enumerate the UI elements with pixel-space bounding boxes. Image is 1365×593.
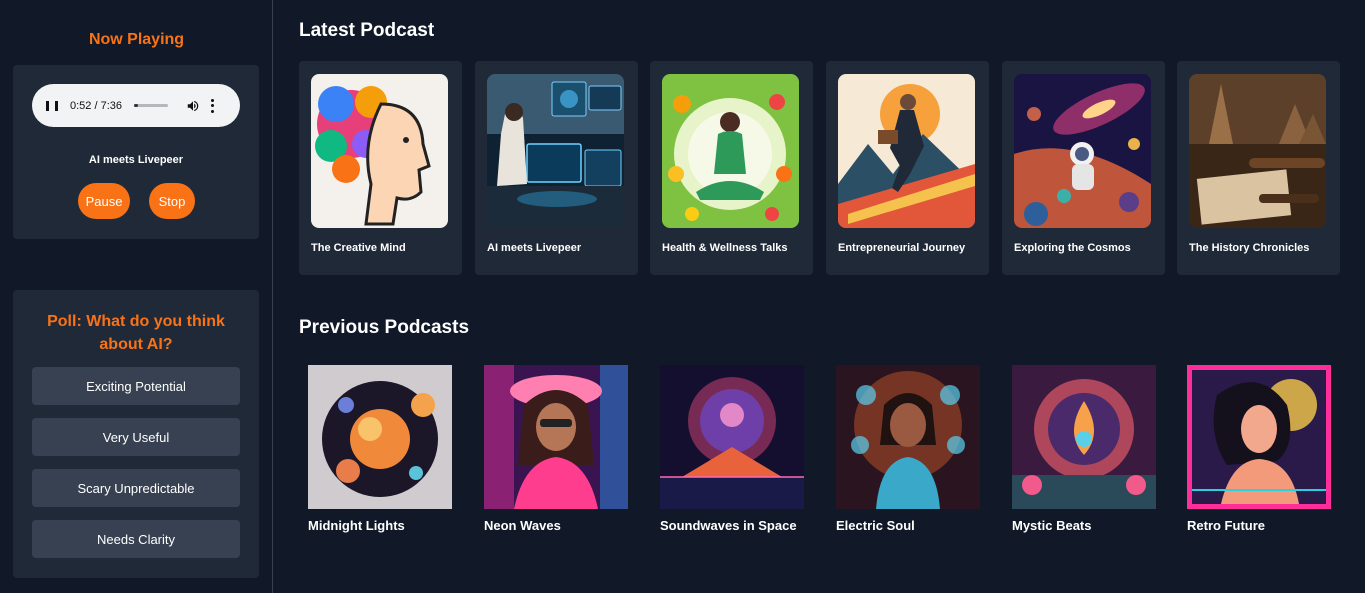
podcast-title: The History Chronicles <box>1189 242 1310 254</box>
podcast-cover-image <box>1189 74 1326 228</box>
latest-podcast-heading: Latest Podcast <box>299 20 435 41</box>
latest-podcast-card[interactable]: Entrepreneurial Journey <box>826 61 989 275</box>
now-playing-title: Now Playing <box>88 31 185 48</box>
more-options-icon[interactable] <box>210 98 214 113</box>
podcast-title: Exploring the Cosmos <box>1014 242 1131 254</box>
podcast-title: Retro Future <box>1187 518 1265 533</box>
player-progress-bar[interactable] <box>134 104 168 107</box>
latest-podcast-card[interactable]: The History Chronicles <box>1177 61 1340 275</box>
latest-podcast-card[interactable]: Exploring the Cosmos <box>1002 61 1165 275</box>
player-time: 0:52 / 7:36 <box>70 99 122 112</box>
poll-question: Poll: What do you think about AI? <box>47 313 225 353</box>
podcast-cover-image <box>836 365 980 509</box>
podcast-title: The Creative Mind <box>311 242 406 254</box>
podcast-cover-image <box>487 74 624 228</box>
podcast-cover-image <box>484 365 628 509</box>
podcast-title: AI meets Livepeer <box>487 242 582 254</box>
previous-podcast-item[interactable]: Neon Waves <box>484 365 628 533</box>
volume-icon[interactable] <box>186 99 200 113</box>
audio-player[interactable]: 0:52 / 7:36 <box>32 84 240 127</box>
podcast-title: Soundwaves in Space <box>660 518 797 533</box>
podcast-cover-image <box>838 74 975 228</box>
podcast-cover-image <box>660 365 804 509</box>
previous-podcast-item[interactable]: Soundwaves in Space <box>660 365 804 533</box>
pause-icon[interactable] <box>46 100 58 112</box>
podcast-title: Neon Waves <box>484 518 561 533</box>
previous-podcast-item[interactable]: Retro Future <box>1187 365 1331 533</box>
poll-card: Poll: What do you think about AI? Exciti… <box>13 290 259 578</box>
podcast-cover-image <box>308 365 452 509</box>
previous-podcast-item[interactable]: Electric Soul <box>836 365 980 533</box>
poll-option-exciting-potential[interactable]: Exciting Potential <box>32 367 240 405</box>
podcast-cover-image <box>662 74 799 228</box>
latest-podcast-card[interactable]: Health & Wellness Talks <box>650 61 813 275</box>
podcast-cover-image <box>1187 365 1331 509</box>
podcast-cover-image <box>311 74 448 228</box>
pause-button[interactable]: Pause <box>78 183 130 219</box>
now-playing-track: AI meets Livepeer <box>88 154 184 166</box>
sidebar: Now Playing 0:52 / 7:36 AI meets Livepee… <box>0 0 273 593</box>
now-playing-card: 0:52 / 7:36 AI meets Livepeer Pause Stop <box>13 65 259 239</box>
player-progress-fill <box>134 104 138 107</box>
poll-option-scary-unpredictable[interactable]: Scary Unpredictable <box>32 469 240 507</box>
podcast-cover-image <box>1012 365 1156 509</box>
previous-podcast-item[interactable]: Mystic Beats <box>1012 365 1156 533</box>
podcast-title: Midnight Lights <box>308 518 405 533</box>
latest-podcast-card[interactable]: AI meets Livepeer <box>475 61 638 275</box>
poll-option-needs-clarity[interactable]: Needs Clarity <box>32 520 240 558</box>
stop-button[interactable]: Stop <box>149 183 195 219</box>
previous-podcasts-heading: Previous Podcasts <box>299 317 470 338</box>
poll-option-very-useful[interactable]: Very Useful <box>32 418 240 456</box>
podcast-cover-image <box>1014 74 1151 228</box>
podcast-title: Entrepreneurial Journey <box>838 242 966 254</box>
latest-podcast-card[interactable]: The Creative Mind <box>299 61 462 275</box>
podcast-title: Mystic Beats <box>1012 518 1092 533</box>
podcast-title: Electric Soul <box>836 518 915 533</box>
previous-podcast-item[interactable]: Midnight Lights <box>308 365 452 533</box>
podcast-title: Health & Wellness Talks <box>662 242 788 254</box>
